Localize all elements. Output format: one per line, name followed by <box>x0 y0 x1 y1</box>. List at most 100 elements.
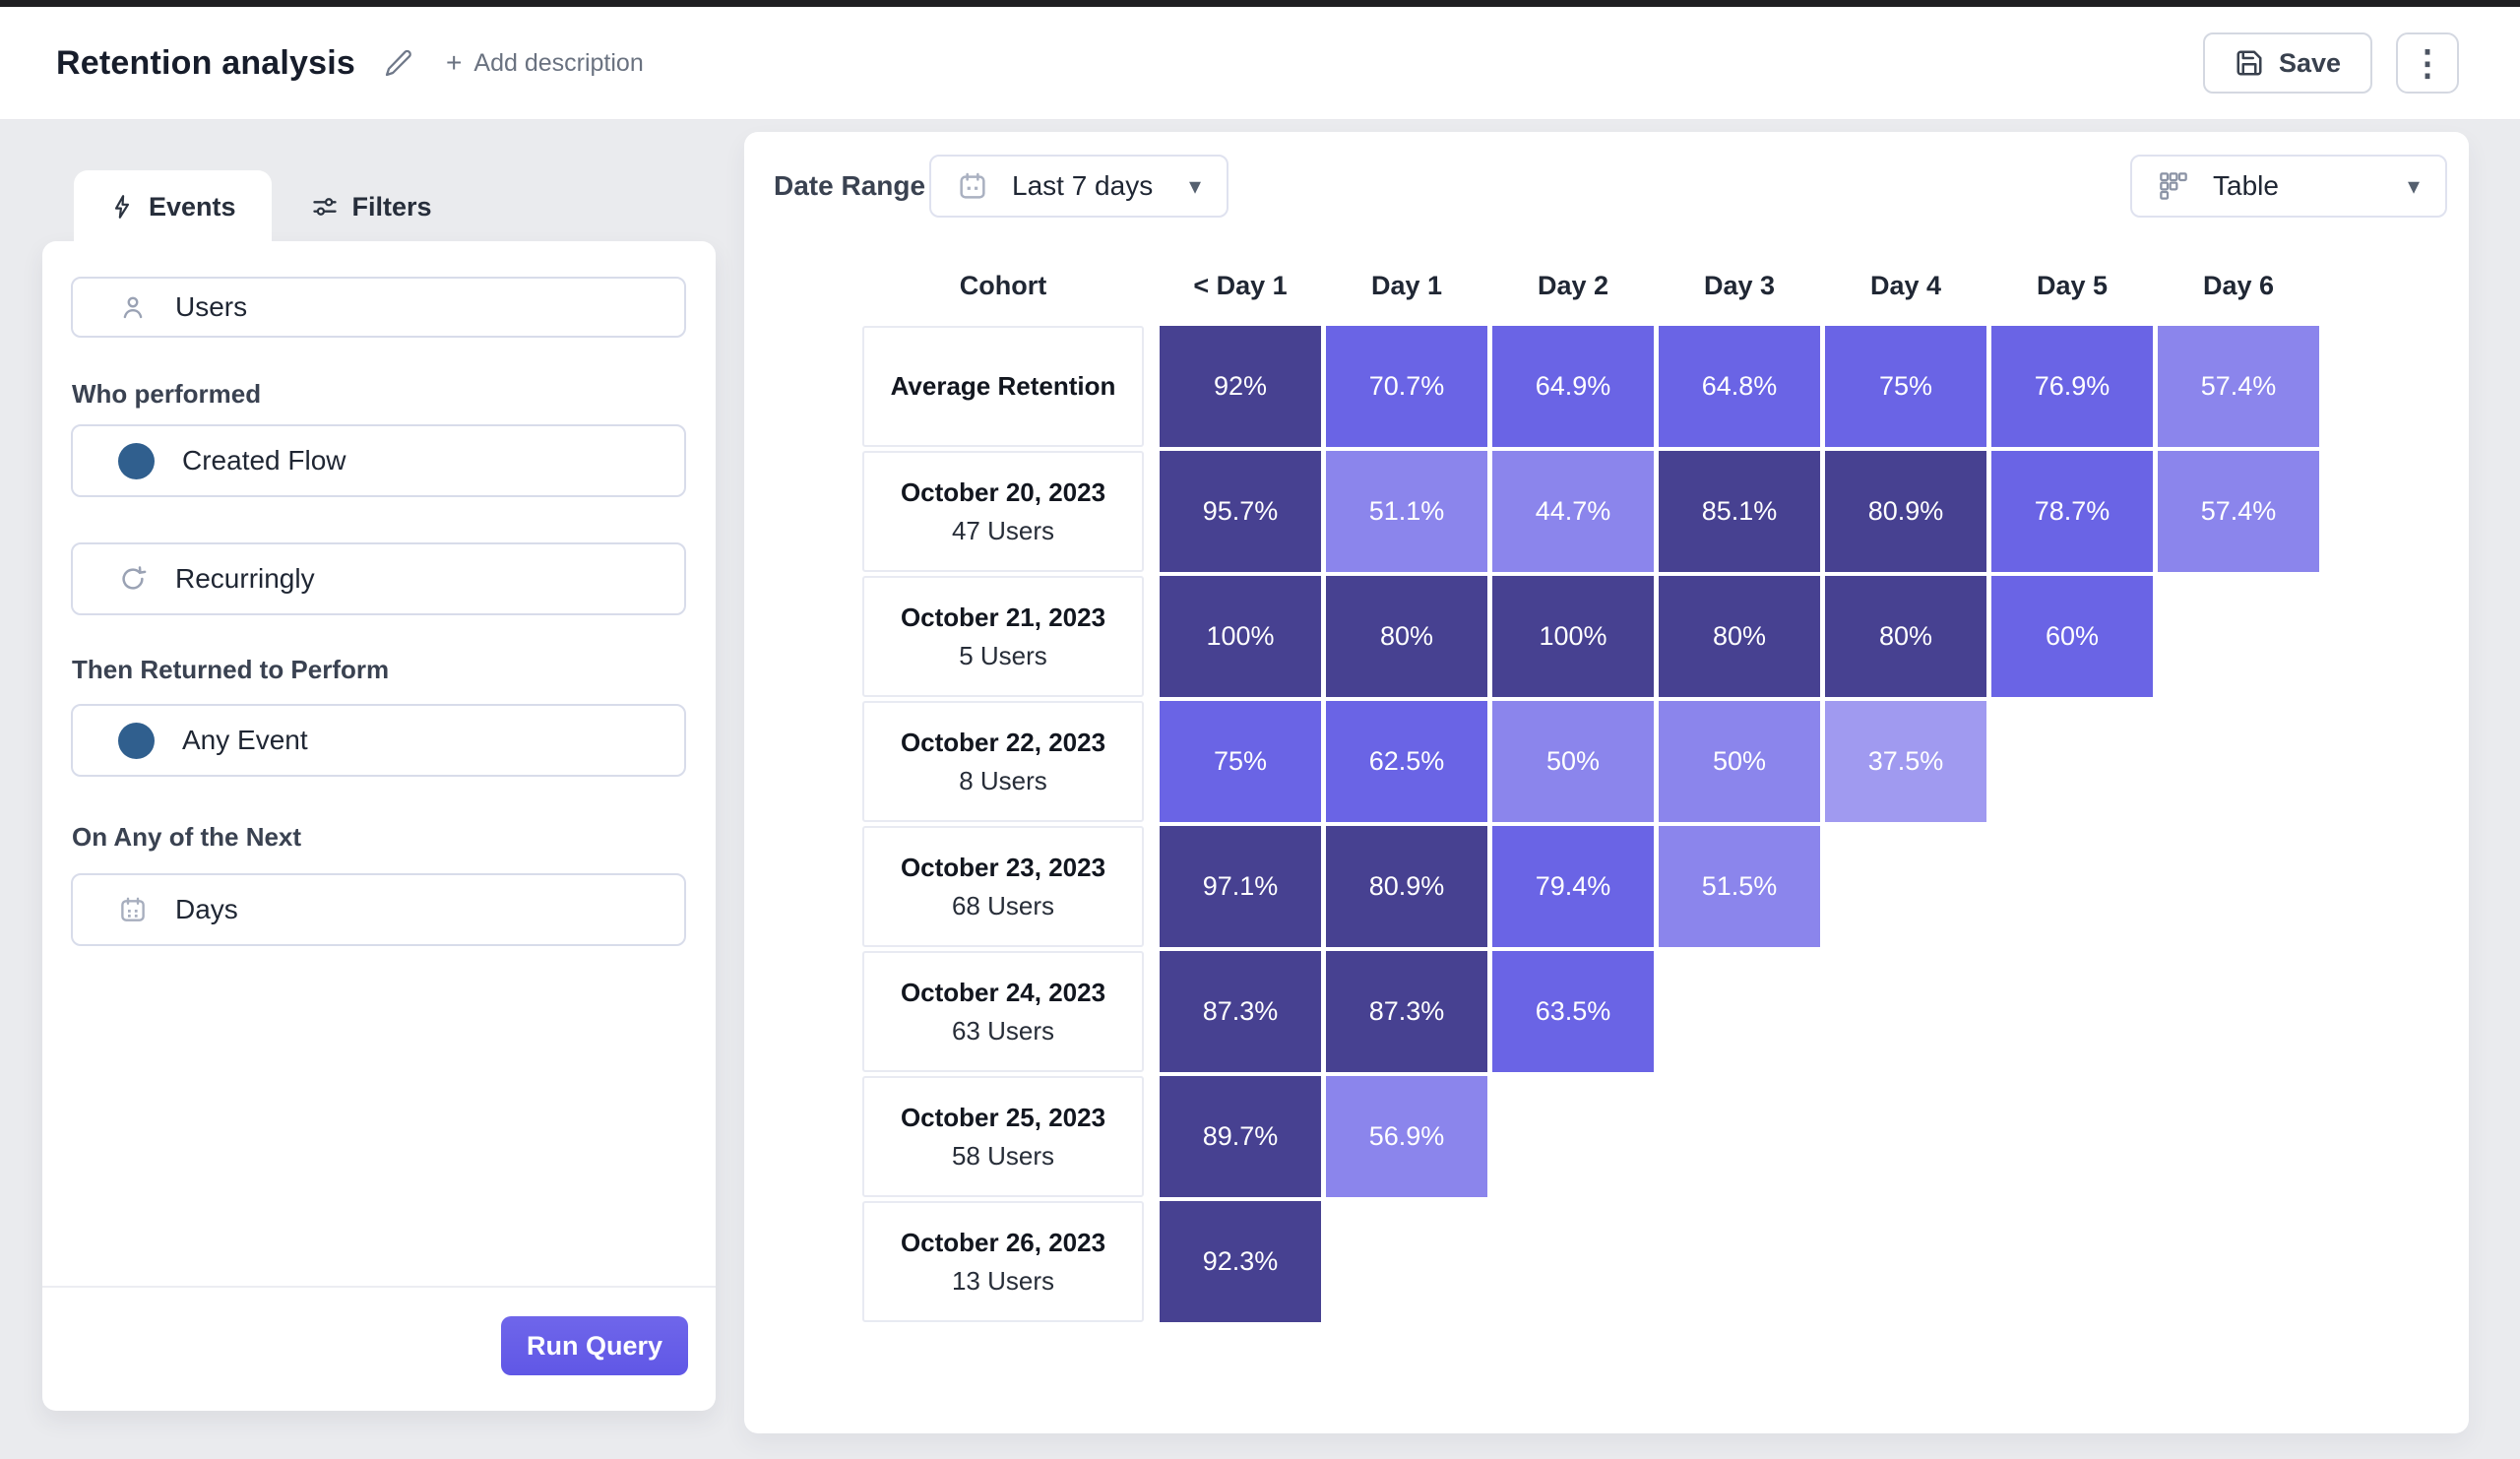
kebab-icon: ⋮ <box>2410 42 2445 83</box>
table-view-icon <box>2158 170 2189 202</box>
cohort-name: October 20, 2023 <box>900 476 1106 507</box>
who-performed-label: Who performed <box>72 379 262 409</box>
table-row: October 26, 2023 13 Users 92.3% <box>862 1201 2324 1322</box>
add-description-button[interactable]: + Add description <box>446 49 644 78</box>
on-any-next-label: On Any of the Next <box>72 822 302 852</box>
retention-cell[interactable]: 87.3% <box>1326 951 1487 1072</box>
cohort-users-count: 63 Users <box>951 1015 1055 1046</box>
retention-table: Average Retention 92% 70.7% 64.9% 64.8% 75% 76… <box>862 326 2324 1326</box>
retention-cell[interactable]: 50% <box>1492 701 1654 822</box>
retention-cell[interactable]: 64.9% <box>1492 326 1654 447</box>
retention-cell[interactable]: 75% <box>1825 326 1986 447</box>
retention-cell[interactable]: 85.1% <box>1659 451 1820 572</box>
query-builder-panel: Users Who performed Created Flow Recurri… <box>42 241 716 1411</box>
table-row: October 23, 2023 68 Users 97.1% 80.9% 79.4% 5… <box>862 826 2324 947</box>
tab-events[interactable]: Events <box>74 170 272 243</box>
column-header: Day 2 <box>1537 271 1609 300</box>
cohort-cell: October 21, 2023 5 Users <box>862 576 1144 697</box>
return-event-selector[interactable]: Any Event <box>71 704 686 777</box>
view-type-value: Table <box>2213 170 2279 201</box>
sliders-icon <box>311 193 339 221</box>
retention-cell[interactable]: 51.1% <box>1326 451 1487 572</box>
users-selector-label: Users <box>175 291 248 322</box>
add-description-label: Add description <box>473 48 644 77</box>
retention-cell[interactable]: 62.5% <box>1326 701 1487 822</box>
cohort-name: October 24, 2023 <box>900 977 1106 1007</box>
run-query-button[interactable]: Run Query <box>501 1316 688 1375</box>
frequency-label: Recurringly <box>175 563 315 594</box>
retention-cell[interactable]: 70.7% <box>1326 326 1487 447</box>
column-header: Day 5 <box>2036 271 2109 300</box>
next-unit-selector[interactable]: Days <box>71 873 686 946</box>
cohort-cell: Average Retention <box>862 326 1144 447</box>
plus-icon: + <box>446 47 463 78</box>
retention-cell[interactable]: 57.4% <box>2158 451 2319 572</box>
tab-filters[interactable]: Filters <box>301 192 442 222</box>
event-dot-icon <box>118 722 155 759</box>
users-selector[interactable]: Users <box>71 277 686 338</box>
column-header: < Day 1 <box>1193 271 1288 300</box>
caret-down-icon: ▾ <box>2407 172 2420 200</box>
retention-cell[interactable]: 79.4% <box>1492 826 1654 947</box>
cohort-name: October 25, 2023 <box>900 1102 1106 1132</box>
retention-cell[interactable]: 57.4% <box>2158 326 2319 447</box>
retention-cell[interactable]: 76.9% <box>1991 326 2153 447</box>
retention-cell[interactable]: 80.9% <box>1326 826 1487 947</box>
date-range-dropdown[interactable]: Last 7 days ▾ <box>929 155 1228 218</box>
performed-event-selector[interactable]: Created Flow <box>71 424 686 497</box>
window-top-strip <box>0 0 2520 7</box>
retention-cell[interactable]: 95.7% <box>1160 451 1321 572</box>
retention-cell[interactable]: 87.3% <box>1160 951 1321 1072</box>
table-row: October 21, 2023 5 Users 100% 80% 100% 80% 80%… <box>862 576 2324 697</box>
caret-down-icon: ▾ <box>1188 172 1201 200</box>
table-row: October 20, 2023 47 Users 95.7% 51.1% 44.7% 8… <box>862 451 2324 572</box>
retention-cell[interactable]: 51.5% <box>1659 826 1820 947</box>
cohort-cell: October 26, 2023 13 Users <box>862 1201 1144 1322</box>
retention-cell[interactable]: 92.3% <box>1160 1201 1321 1322</box>
page-header: Retention analysis + Add description Sav… <box>0 7 2520 120</box>
retention-cell[interactable]: 78.7% <box>1991 451 2153 572</box>
table-row: October 22, 2023 8 Users 75% 62.5% 50% 50% 37.… <box>862 701 2324 822</box>
query-panel-tabs: Events Filters <box>42 170 442 243</box>
save-label: Save <box>2278 47 2341 78</box>
column-header: Day 1 <box>1370 271 1443 300</box>
retention-cell[interactable]: 80% <box>1825 576 1986 697</box>
retention-cell[interactable]: 44.7% <box>1492 451 1654 572</box>
cohort-users-count: 13 Users <box>951 1265 1055 1296</box>
table-row: October 24, 2023 63 Users 87.3% 87.3% 63.5% <box>862 951 2324 1072</box>
then-returned-label: Then Returned to Perform <box>72 655 390 684</box>
cohort-name: October 22, 2023 <box>900 727 1106 757</box>
retention-cell[interactable]: 75% <box>1160 701 1321 822</box>
retention-cell[interactable]: 80% <box>1659 576 1820 697</box>
event-dot-icon <box>118 442 155 479</box>
cohort-name: October 26, 2023 <box>900 1227 1106 1257</box>
more-options-button[interactable]: ⋮ <box>2396 32 2459 94</box>
tab-filters-label: Filters <box>351 191 432 222</box>
retention-cell[interactable]: 37.5% <box>1825 701 1986 822</box>
retention-cell[interactable]: 89.7% <box>1160 1076 1321 1197</box>
column-header: Cohort <box>959 271 1047 300</box>
retention-cell[interactable]: 63.5% <box>1492 951 1654 1072</box>
save-button[interactable]: Save <box>2202 32 2372 94</box>
retention-cell[interactable]: 97.1% <box>1160 826 1321 947</box>
cohort-cell: October 20, 2023 47 Users <box>862 451 1144 572</box>
retention-cell[interactable]: 100% <box>1160 576 1321 697</box>
retention-cell[interactable]: 80% <box>1326 576 1487 697</box>
retention-cell[interactable]: 64.8% <box>1659 326 1820 447</box>
user-icon <box>118 292 148 322</box>
cohort-cell: October 24, 2023 63 Users <box>862 951 1144 1072</box>
bolt-icon <box>109 194 135 220</box>
cohort-name: Average Retention <box>890 371 1116 401</box>
cohort-cell: October 25, 2023 58 Users <box>862 1076 1144 1197</box>
retention-cell[interactable]: 56.9% <box>1326 1076 1487 1197</box>
cohort-cell: October 22, 2023 8 Users <box>862 701 1144 822</box>
retention-cell[interactable]: 92% <box>1160 326 1321 447</box>
view-type-dropdown[interactable]: Table ▾ <box>2130 155 2447 218</box>
frequency-selector[interactable]: Recurringly <box>71 542 686 615</box>
retention-cell[interactable]: 100% <box>1492 576 1654 697</box>
retention-cell[interactable]: 80.9% <box>1825 451 1986 572</box>
cohort-users-count: 47 Users <box>951 515 1055 545</box>
pencil-icon[interactable] <box>383 47 414 79</box>
retention-cell[interactable]: 50% <box>1659 701 1820 822</box>
retention-cell[interactable]: 60% <box>1991 576 2153 697</box>
